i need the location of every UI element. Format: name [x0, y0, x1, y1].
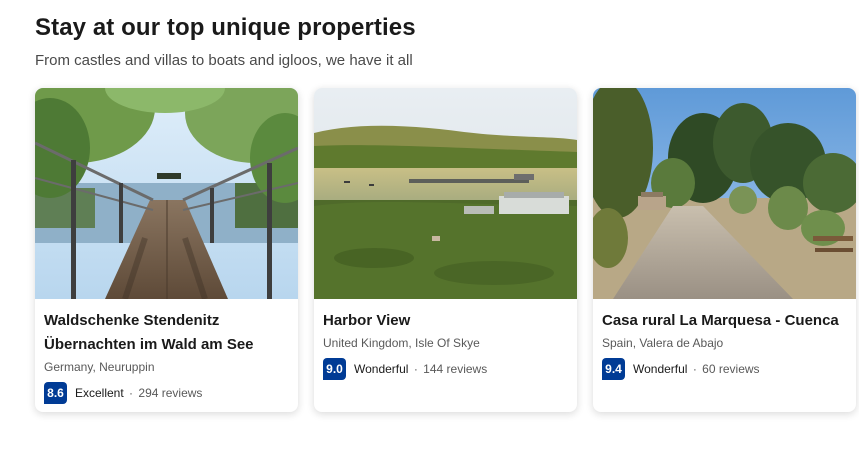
property-info: Waldschenke Stendenitz Übernachten im Wa… — [35, 299, 298, 404]
rating-word: Excellent — [75, 386, 124, 400]
property-name[interactable]: Harbor View — [323, 309, 569, 333]
rating-row: 9.0 Wonderful · 144 reviews — [323, 358, 569, 380]
separator-dot: · — [692, 362, 697, 376]
property-photo-country-road[interactable] — [593, 88, 856, 299]
rating-word: Wonderful — [354, 362, 409, 376]
review-count: 60 reviews — [702, 362, 760, 376]
review-score-badge: 9.4 — [602, 358, 625, 380]
separator-dot: · — [129, 386, 134, 400]
rating-row: 8.6 Excellent · 294 reviews — [44, 382, 290, 404]
property-card-waldschenke[interactable]: Waldschenke Stendenitz Übernachten im Wa… — [35, 88, 298, 412]
property-location: United Kingdom, Isle Of Skye — [323, 336, 480, 350]
rating-summary: Wonderful · 60 reviews — [633, 362, 760, 376]
unique-properties-section: Stay at our top unique properties From c… — [0, 0, 859, 449]
separator-dot: · — [413, 362, 418, 376]
rating-row: 9.4 Wonderful · 60 reviews — [602, 358, 848, 380]
property-location: Germany, Neuruppin — [44, 360, 155, 374]
property-photo-boardwalk[interactable] — [35, 88, 298, 299]
review-score-badge: 8.6 — [44, 382, 67, 404]
property-info: Casa rural La Marquesa - Cuenca Spain, V… — [593, 299, 856, 380]
review-score-badge: 9.0 — [323, 358, 346, 380]
rating-word: Wonderful — [633, 362, 688, 376]
review-count: 144 reviews — [423, 362, 488, 376]
rating-summary: Excellent · 294 reviews — [75, 386, 202, 400]
property-card-casa-rural[interactable]: Casa rural La Marquesa - Cuenca Spain, V… — [593, 88, 856, 412]
property-info: Harbor View United Kingdom, Isle Of Skye… — [314, 299, 577, 380]
property-photo-harbor[interactable] — [314, 88, 577, 299]
property-name[interactable]: Casa rural La Marquesa - Cuenca — [602, 309, 848, 333]
property-location: Spain, Valera de Abajo — [602, 336, 724, 350]
section-subtitle: From castles and villas to boats and igl… — [35, 52, 413, 69]
rating-summary: Wonderful · 144 reviews — [354, 362, 487, 376]
review-count: 294 reviews — [138, 386, 203, 400]
property-card-harbor-view[interactable]: Harbor View United Kingdom, Isle Of Skye… — [314, 88, 577, 412]
section-title: Stay at our top unique properties — [35, 14, 416, 41]
property-name[interactable]: Waldschenke Stendenitz Übernachten im Wa… — [44, 309, 290, 357]
